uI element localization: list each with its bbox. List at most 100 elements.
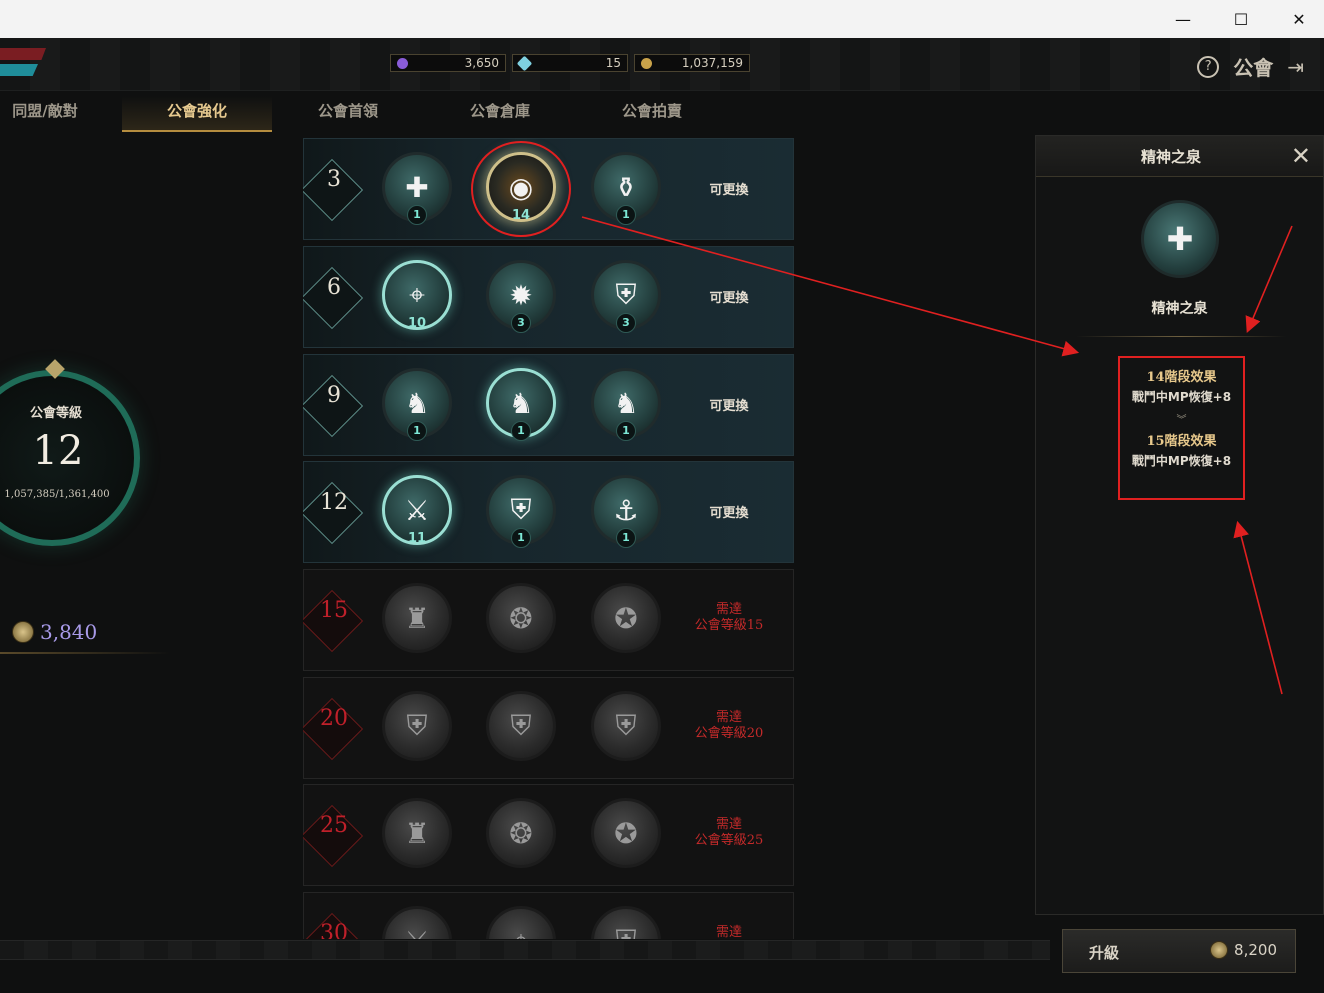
changeable-label[interactable]: 可更換 bbox=[674, 395, 784, 414]
skill-slot[interactable]: ❂ bbox=[486, 583, 556, 653]
sword-icon: ⚔ bbox=[404, 493, 430, 527]
guild-points: 3,840 bbox=[12, 620, 97, 644]
skill-level-badge: 3 bbox=[616, 313, 636, 333]
warrior-icon: ♞ bbox=[404, 386, 430, 420]
diamond-icon bbox=[516, 55, 533, 71]
skill-slot[interactable]: ♞ 1 bbox=[486, 368, 556, 441]
currency-purple-gem: 3,650 bbox=[390, 54, 506, 72]
tab-guild-auction[interactable]: 公會拍賣 bbox=[592, 96, 712, 130]
skill-level-badge: 1 bbox=[407, 421, 427, 441]
exit-icon[interactable]: ⇥ bbox=[1287, 55, 1304, 79]
next-stage-heading: 15階段效果 bbox=[1146, 434, 1217, 449]
tier-level: 3 bbox=[327, 167, 341, 192]
skill-slot[interactable]: ⛨ 1 bbox=[486, 475, 556, 548]
guild-menu-label[interactable]: 公會 bbox=[1233, 52, 1273, 81]
skill-detail-panel: 精神之泉 ✕ ✚ 精神之泉 14階段效果 戰鬥中MP恢復+8 ︾ 15階段效果 … bbox=[1035, 135, 1324, 915]
skill-slot[interactable]: ✚ 1 bbox=[382, 152, 452, 225]
currency-value: 1,037,159 bbox=[681, 56, 743, 70]
guild-coin-icon bbox=[12, 621, 34, 643]
maximize-button[interactable]: ☐ bbox=[1218, 0, 1264, 38]
armor-icon: ♜ bbox=[404, 601, 430, 635]
skill-slot[interactable]: ♜ bbox=[382, 798, 452, 868]
crest-icon: ✪ bbox=[614, 816, 638, 850]
changeable-label[interactable]: 可更換 bbox=[674, 502, 784, 521]
skill-slot[interactable]: ⌖ bbox=[486, 906, 556, 939]
crosshair-icon: ⌖ bbox=[513, 924, 529, 939]
shield-sword-icon: ⛨ bbox=[615, 709, 637, 742]
enhance-row: 20 ⛨ ⛨ ⛨ 需達 公會等級20 bbox=[303, 677, 794, 779]
skill-level-badge: 1 bbox=[616, 528, 636, 548]
unlock-requirement: 需達 公會等級20 bbox=[694, 710, 764, 741]
skill-slot[interactable]: ⚔ bbox=[382, 906, 452, 939]
close-window-button[interactable]: ✕ bbox=[1276, 0, 1322, 38]
upgrade-cost-value: 8,200 bbox=[1234, 941, 1277, 959]
spirit-spring-icon: ✚ bbox=[405, 170, 429, 204]
crosshair-icon: ⌖ bbox=[409, 278, 425, 311]
next-stage-effect: 戰鬥中MP恢復+8 bbox=[1131, 454, 1232, 468]
divider bbox=[0, 652, 170, 654]
skill-slot[interactable]: ⚱ 1 bbox=[591, 152, 661, 225]
skill-level-badge: 1 bbox=[616, 205, 636, 225]
sword-icon: ⚔ bbox=[404, 925, 429, 940]
skill-slot[interactable]: ⚔ 11 bbox=[382, 475, 452, 546]
upgrade-button[interactable]: 升級 8,200 bbox=[1062, 929, 1296, 973]
changeable-label[interactable]: 可更換 bbox=[674, 287, 784, 306]
warrior-icon: ♞ bbox=[613, 386, 639, 420]
skill-slot[interactable]: ✪ bbox=[591, 583, 661, 653]
skill-slot[interactable]: ♞ 1 bbox=[382, 368, 452, 441]
plus-icon: ✚ bbox=[1166, 220, 1194, 258]
upgrade-label: 升級 bbox=[1089, 944, 1120, 962]
enhance-row: 25 ♜ ❂ ✪ 需達 公會等級25 bbox=[303, 784, 794, 886]
guild-level-label: 公會等級 bbox=[29, 406, 82, 421]
currency-gold: 1,037,159 bbox=[634, 54, 750, 72]
skill-slot[interactable]: ♞ 1 bbox=[591, 368, 661, 441]
changeable-label[interactable]: 可更換 bbox=[674, 179, 784, 198]
skill-slot[interactable]: ⚓ 1 bbox=[591, 475, 661, 548]
enhance-row: 15 ♜ ❂ ✪ 需達 公會等級15 bbox=[303, 569, 794, 671]
skill-slot[interactable]: ⌖ 10 bbox=[382, 260, 452, 331]
skill-slot[interactable]: ✹ 3 bbox=[486, 260, 556, 333]
minimize-button[interactable]: — bbox=[1160, 0, 1206, 38]
enhance-row: 9 ♞ 1 ♞ 1 ♞ 1 可更換 bbox=[303, 354, 794, 456]
skill-level-badge: 1 bbox=[616, 421, 636, 441]
shield-sword-icon: ⛨ bbox=[510, 709, 532, 742]
emblem-icon: ❂ bbox=[509, 816, 533, 850]
skill-level-badge: 11 bbox=[407, 531, 427, 546]
skill-level-badge: 1 bbox=[511, 528, 531, 548]
skill-slot[interactable]: ❂ bbox=[486, 798, 556, 868]
skill-slot[interactable]: ♜ bbox=[382, 583, 452, 653]
skill-slot[interactable]: ✪ bbox=[591, 798, 661, 868]
skill-name: 精神之泉 bbox=[1151, 301, 1208, 317]
close-icon[interactable]: ✕ bbox=[1291, 142, 1311, 170]
window-titlebar: — ☐ ✕ bbox=[0, 0, 1324, 38]
tier-level: 30 bbox=[320, 921, 348, 939]
tier-level: 9 bbox=[327, 383, 341, 408]
warrior-icon: ♞ bbox=[508, 386, 534, 420]
skill-slot[interactable]: ⛨ bbox=[382, 691, 452, 761]
enhance-row: 30 ⚔ ⌖ ⛨ 需達 bbox=[303, 892, 794, 939]
mp-bar bbox=[0, 64, 38, 76]
shield-sword-icon: ⛨ bbox=[406, 709, 428, 742]
chevron-down-icon: ︾ bbox=[1176, 415, 1187, 426]
tab-guild-enhance[interactable]: 公會強化 bbox=[122, 96, 272, 132]
tier-level: 12 bbox=[320, 490, 348, 515]
tab-alliance[interactable]: 同盟/敵對 bbox=[0, 96, 90, 130]
help-icon[interactable]: ? bbox=[1197, 55, 1220, 78]
shield-sword-icon: ⛨ bbox=[510, 493, 532, 526]
panel-header: 精神之泉 ✕ bbox=[1036, 136, 1323, 177]
tab-guild-boss[interactable]: 公會首領 bbox=[288, 96, 408, 130]
guild-exp: 1,057,385/1,361,400 bbox=[4, 489, 110, 500]
annotation-circle bbox=[471, 141, 571, 237]
skill-slot[interactable]: ⛨ bbox=[591, 906, 661, 939]
gold-coin-icon bbox=[641, 57, 652, 69]
skill-slot[interactable]: ⛨ bbox=[486, 691, 556, 761]
skill-level-badge: 3 bbox=[511, 313, 531, 333]
skill-slot[interactable]: ⛨ 3 bbox=[591, 260, 661, 333]
tab-guild-storage[interactable]: 公會倉庫 bbox=[440, 96, 560, 130]
unlock-requirement: 需達 bbox=[715, 925, 742, 939]
unlock-requirement: 需達 公會等級25 bbox=[694, 817, 764, 848]
skill-slot[interactable]: ⛨ bbox=[591, 691, 661, 761]
enhance-row: 6 ⌖ 10 ✹ 3 ⛨ 3 可更換 bbox=[303, 246, 794, 348]
currency-value: 3,650 bbox=[464, 56, 499, 70]
skill-level-badge: 1 bbox=[511, 421, 531, 441]
